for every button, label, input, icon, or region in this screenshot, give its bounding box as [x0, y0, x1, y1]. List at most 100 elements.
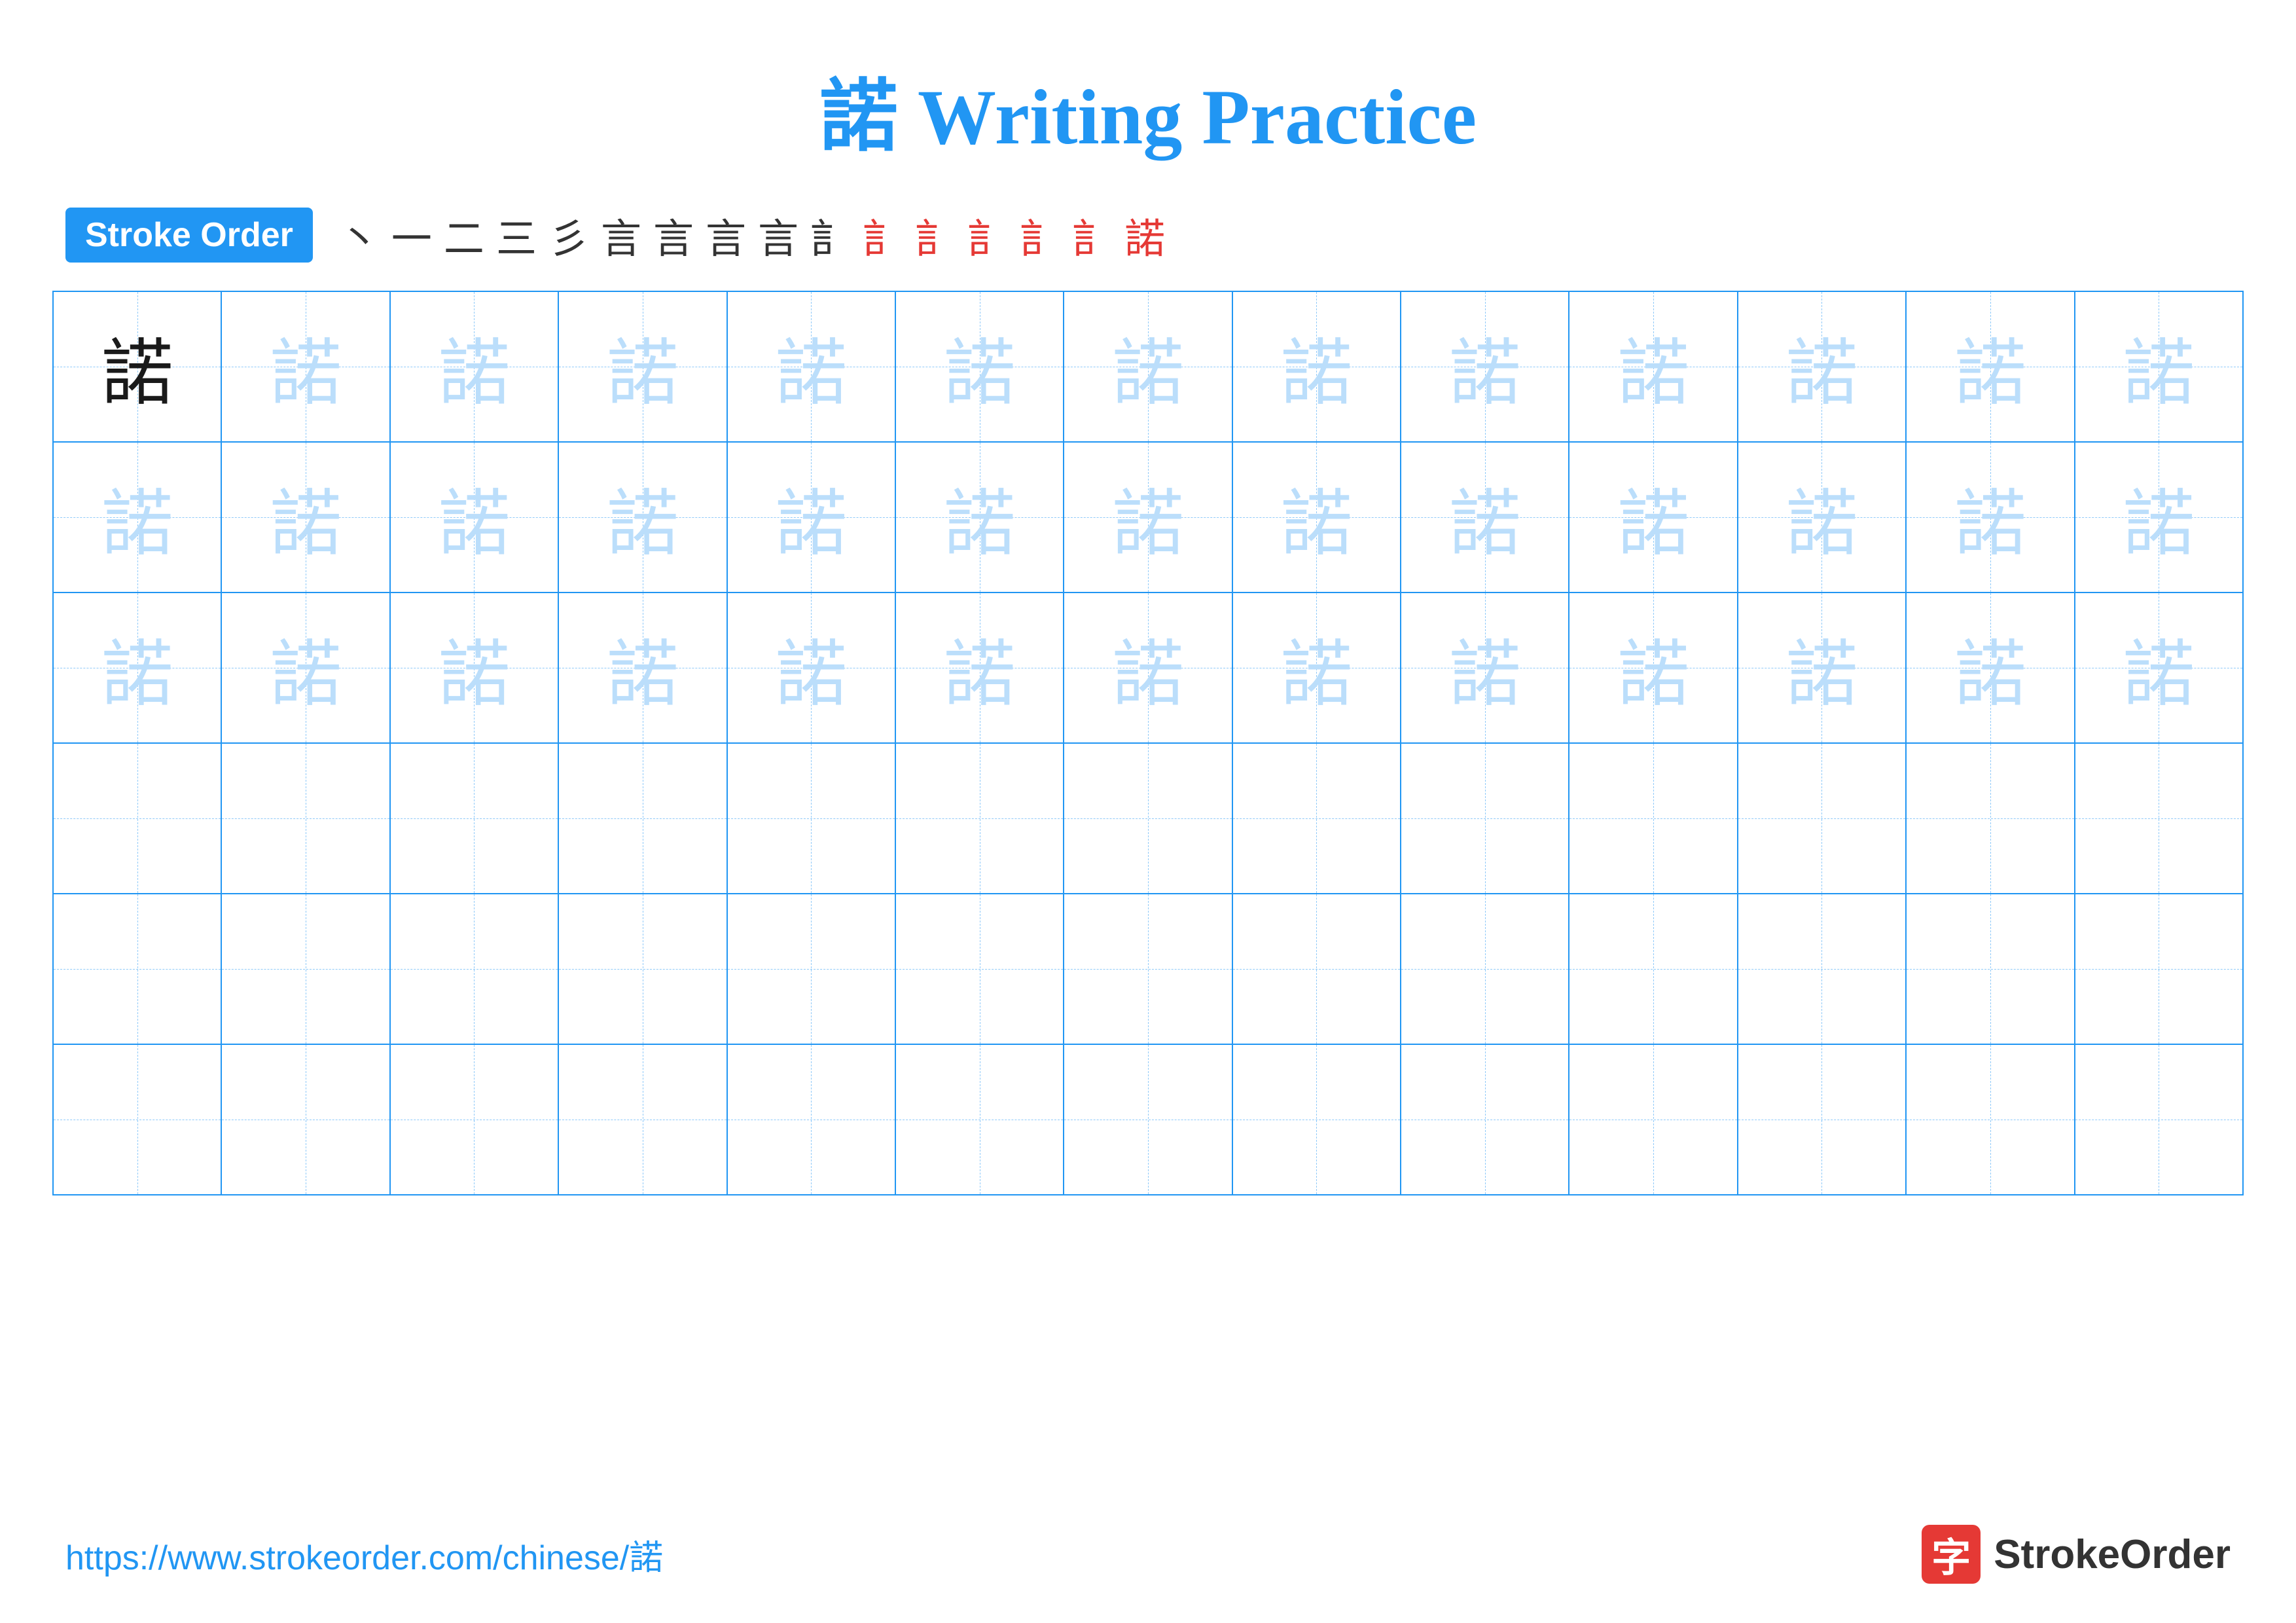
- table-cell[interactable]: 諾: [2075, 291, 2244, 442]
- table-cell[interactable]: 諾: [895, 593, 1064, 743]
- practice-char: 諾: [607, 635, 679, 715]
- table-cell[interactable]: [2075, 743, 2244, 894]
- table-cell[interactable]: 諾: [1906, 593, 2074, 743]
- table-cell[interactable]: [727, 894, 895, 1044]
- practice-table: 諾 諾 諾 諾 諾 諾 諾 諾 諾 諾 諾 諾 諾 諾 諾 諾 諾 諾: [52, 291, 2244, 1195]
- table-cell[interactable]: [895, 1044, 1064, 1195]
- table-cell[interactable]: [1906, 1044, 2074, 1195]
- table-cell[interactable]: [221, 1044, 389, 1195]
- table-cell[interactable]: [1401, 743, 1569, 894]
- table-cell[interactable]: 諾: [2075, 593, 2244, 743]
- table-cell[interactable]: [1401, 894, 1569, 1044]
- footer-url[interactable]: https://www.strokeorder.com/chinese/諾: [65, 1530, 663, 1579]
- table-cell[interactable]: [53, 743, 221, 894]
- table-cell[interactable]: 諾: [53, 593, 221, 743]
- table-cell[interactable]: 諾: [221, 593, 389, 743]
- table-cell[interactable]: 諾: [895, 442, 1064, 593]
- practice-char: 諾: [1954, 635, 2026, 715]
- table-cell[interactable]: 諾: [1064, 593, 1232, 743]
- practice-char: 諾: [438, 334, 510, 414]
- table-cell[interactable]: [1906, 743, 2074, 894]
- table-cell[interactable]: [1569, 894, 1737, 1044]
- table-cell[interactable]: [2075, 1044, 2244, 1195]
- table-cell[interactable]: [53, 1044, 221, 1195]
- table-cell[interactable]: [1064, 1044, 1232, 1195]
- table-cell[interactable]: [221, 743, 389, 894]
- table-cell[interactable]: [2075, 894, 2244, 1044]
- table-cell[interactable]: [558, 894, 726, 1044]
- table-cell[interactable]: [390, 894, 558, 1044]
- table-cell[interactable]: [727, 743, 895, 894]
- practice-char: 諾: [1280, 484, 1352, 564]
- table-cell[interactable]: [558, 743, 726, 894]
- practice-char: 諾: [1112, 334, 1184, 414]
- practice-char: 諾: [944, 635, 1016, 715]
- practice-char: 諾: [2123, 635, 2195, 715]
- table-cell[interactable]: [1738, 894, 1906, 1044]
- table-cell[interactable]: [1401, 1044, 1569, 1195]
- practice-char: 諾: [1449, 635, 1521, 715]
- practice-char: 諾: [2123, 484, 2195, 564]
- table-cell[interactable]: 諾: [1569, 291, 1737, 442]
- table-cell[interactable]: [1569, 1044, 1737, 1195]
- table-cell[interactable]: 諾: [1738, 442, 1906, 593]
- table-cell[interactable]: 諾: [390, 593, 558, 743]
- practice-char: 諾: [2123, 334, 2195, 414]
- table-cell[interactable]: 諾: [558, 593, 726, 743]
- table-cell[interactable]: [1569, 743, 1737, 894]
- table-cell[interactable]: 諾: [1232, 593, 1401, 743]
- table-cell[interactable]: 諾: [221, 442, 389, 593]
- table-row: [53, 743, 2243, 894]
- table-cell[interactable]: 諾: [1401, 593, 1569, 743]
- table-cell[interactable]: 諾: [727, 442, 895, 593]
- practice-char: 諾: [775, 635, 847, 715]
- table-row: 諾 諾 諾 諾 諾 諾 諾 諾 諾 諾 諾 諾 諾: [53, 291, 2243, 442]
- table-cell[interactable]: 諾: [1569, 442, 1737, 593]
- table-cell[interactable]: [895, 894, 1064, 1044]
- table-cell[interactable]: [727, 1044, 895, 1195]
- table-cell[interactable]: 諾: [727, 593, 895, 743]
- table-cell[interactable]: 諾: [53, 291, 221, 442]
- table-cell[interactable]: [1064, 894, 1232, 1044]
- table-cell[interactable]: 諾: [2075, 442, 2244, 593]
- practice-char: 諾: [944, 334, 1016, 414]
- table-cell[interactable]: [1064, 743, 1232, 894]
- table-cell[interactable]: 諾: [1738, 291, 1906, 442]
- table-cell[interactable]: 諾: [1064, 442, 1232, 593]
- table-cell[interactable]: 諾: [1906, 442, 2074, 593]
- table-cell[interactable]: [1232, 1044, 1401, 1195]
- table-cell[interactable]: 諾: [727, 291, 895, 442]
- table-cell[interactable]: 諾: [1906, 291, 2074, 442]
- table-cell[interactable]: 諾: [390, 291, 558, 442]
- stroke-3: 二: [444, 206, 484, 264]
- table-cell[interactable]: [390, 743, 558, 894]
- table-cell[interactable]: [1232, 743, 1401, 894]
- stroke-7: 言: [653, 206, 694, 264]
- table-cell[interactable]: [1906, 894, 2074, 1044]
- table-cell[interactable]: 諾: [1232, 291, 1401, 442]
- practice-char: 諾: [1112, 635, 1184, 715]
- table-cell[interactable]: 諾: [558, 442, 726, 593]
- table-cell[interactable]: [53, 894, 221, 1044]
- table-cell[interactable]: 諾: [221, 291, 389, 442]
- table-cell[interactable]: 諾: [895, 291, 1064, 442]
- table-cell[interactable]: [558, 1044, 726, 1195]
- table-cell[interactable]: [221, 894, 389, 1044]
- practice-char: 諾: [1785, 334, 1857, 414]
- stroke-14: 訁: [1020, 206, 1060, 264]
- table-cell[interactable]: 諾: [1401, 442, 1569, 593]
- table-cell[interactable]: [390, 1044, 558, 1195]
- table-cell[interactable]: [1738, 1044, 1906, 1195]
- table-cell[interactable]: 諾: [1569, 593, 1737, 743]
- table-cell[interactable]: 諾: [1738, 593, 1906, 743]
- table-cell[interactable]: 諾: [1401, 291, 1569, 442]
- table-cell[interactable]: 諾: [390, 442, 558, 593]
- table-cell[interactable]: 諾: [53, 442, 221, 593]
- table-cell[interactable]: 諾: [1064, 291, 1232, 442]
- table-cell[interactable]: 諾: [558, 291, 726, 442]
- table-cell[interactable]: [1738, 743, 1906, 894]
- table-cell[interactable]: 諾: [1232, 442, 1401, 593]
- table-cell[interactable]: [895, 743, 1064, 894]
- table-cell[interactable]: [1232, 894, 1401, 1044]
- practice-char: 諾: [1449, 334, 1521, 414]
